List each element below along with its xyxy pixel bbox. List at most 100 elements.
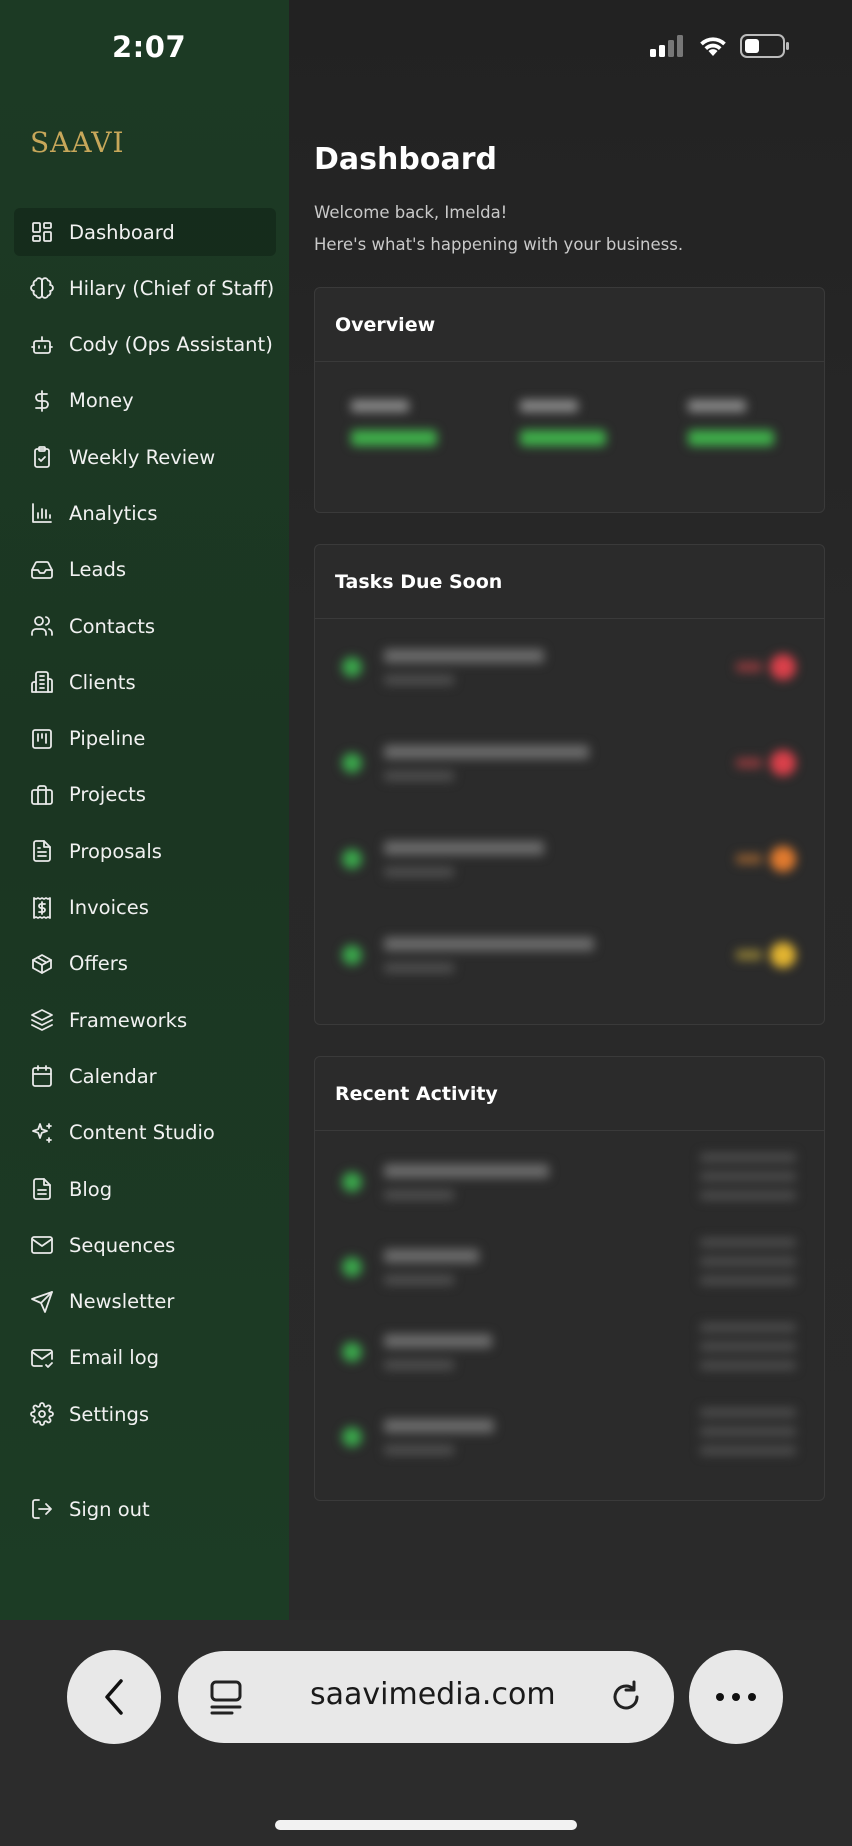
sidebar-item-offers[interactable]: Offers xyxy=(14,940,276,988)
sidebar-item-dashboard[interactable]: Dashboard xyxy=(14,208,276,256)
sparkles-icon xyxy=(30,1121,54,1145)
priority-badge xyxy=(770,750,796,776)
task-row[interactable] xyxy=(315,619,824,715)
sidebar-item-label: Settings xyxy=(69,1402,149,1426)
priority-badge xyxy=(770,654,796,680)
brain-icon xyxy=(30,276,54,300)
sidebar-nav: Dashboard Hilary (Chief of Staff) Cody (… xyxy=(14,208,276,1447)
task-status-dot xyxy=(342,945,362,965)
sidebar-item-weekly-review[interactable]: Weekly Review xyxy=(14,433,276,481)
address-bar[interactable]: saavimedia.com xyxy=(178,1651,674,1743)
sidebar-item-blog[interactable]: Blog xyxy=(14,1165,276,1213)
sidebar-item-clients[interactable]: Clients xyxy=(14,658,276,706)
url-text: saavimedia.com xyxy=(310,1677,556,1712)
sidebar-item-analytics[interactable]: Analytics xyxy=(14,489,276,537)
sidebar-item-projects[interactable]: Projects xyxy=(14,771,276,819)
main-content: Dashboard Welcome back, Imelda! Here's w… xyxy=(289,0,852,1620)
sidebar-item-label: Blog xyxy=(69,1177,113,1201)
users-icon xyxy=(30,614,54,638)
bot-icon xyxy=(30,333,54,357)
sidebar-item-cody[interactable]: Cody (Ops Assistant) xyxy=(14,321,276,369)
welcome-line: Welcome back, Imelda! xyxy=(314,203,508,222)
kanban-icon xyxy=(30,727,54,751)
sidebar-item-label: Analytics xyxy=(69,501,158,525)
package-icon xyxy=(30,952,54,976)
task-status-dot xyxy=(342,657,362,677)
task-row[interactable] xyxy=(315,811,824,907)
sidebar-item-money[interactable]: Money xyxy=(14,377,276,425)
sidebar-item-frameworks[interactable]: Frameworks xyxy=(14,996,276,1044)
task-row[interactable] xyxy=(315,715,824,811)
sidebar-item-contacts[interactable]: Contacts xyxy=(14,602,276,650)
sidebar-item-settings[interactable]: Settings xyxy=(14,1390,276,1438)
page-title: Dashboard xyxy=(314,142,497,177)
grid-icon xyxy=(30,220,54,244)
sidebar-item-label: Pipeline xyxy=(69,727,146,751)
inbox-icon xyxy=(30,558,54,582)
activity-card: Recent Activity xyxy=(314,1056,825,1501)
tabs-icon xyxy=(210,1680,242,1715)
wifi-icon xyxy=(700,37,726,56)
battery-icon xyxy=(740,34,789,58)
sidebar: 2:07 SAAVI Dashboard Hilary (Chief of St… xyxy=(0,0,289,1620)
app-logo[interactable]: SAAVI xyxy=(30,126,125,159)
sidebar-item-proposals[interactable]: Proposals xyxy=(14,827,276,875)
overview-stats-blurred xyxy=(315,362,824,446)
sidebar-item-label: Money xyxy=(69,389,134,413)
activity-title: Recent Activity xyxy=(315,1057,824,1131)
sidebar-item-label: Leads xyxy=(69,558,127,582)
ellipsis-icon xyxy=(716,1693,756,1701)
chevron-left-icon xyxy=(105,1679,123,1715)
status-time: 2:07 xyxy=(112,30,187,64)
sidebar-item-calendar[interactable]: Calendar xyxy=(14,1052,276,1100)
task-row[interactable] xyxy=(315,907,824,1003)
sidebar-item-label: Dashboard xyxy=(69,220,175,244)
activity-dot xyxy=(342,1171,362,1192)
overview-card: Overview xyxy=(314,287,825,513)
sidebar-item-label: Newsletter xyxy=(69,1290,175,1314)
task-status-dot xyxy=(342,753,362,773)
sidebar-item-pipeline[interactable]: Pipeline xyxy=(14,715,276,763)
priority-badge xyxy=(770,846,796,872)
reload-icon[interactable] xyxy=(610,1679,644,1715)
layers-icon xyxy=(30,1008,54,1032)
overview-stat xyxy=(519,400,620,446)
status-icons xyxy=(650,34,790,58)
tasks-card: Tasks Due Soon xyxy=(314,544,825,1025)
mail-icon xyxy=(30,1233,54,1257)
sidebar-item-hilary[interactable]: Hilary (Chief of Staff) xyxy=(14,264,276,312)
sidebar-item-label: Invoices xyxy=(69,896,149,920)
sidebar-item-label: Offers xyxy=(69,952,128,976)
activity-row xyxy=(315,1224,824,1309)
tasks-list-blurred xyxy=(315,619,824,1003)
overview-title: Overview xyxy=(315,288,824,362)
sidebar-item-leads[interactable]: Leads xyxy=(14,546,276,594)
more-options-button[interactable] xyxy=(689,1650,783,1744)
logout-icon xyxy=(30,1497,54,1521)
sidebar-item-label: Projects xyxy=(69,783,146,807)
sidebar-item-invoices[interactable]: Invoices xyxy=(14,884,276,932)
sidebar-item-label: Proposals xyxy=(69,839,162,863)
activity-list-blurred xyxy=(315,1131,824,1479)
sidebar-item-label: Hilary (Chief of Staff) xyxy=(69,276,275,300)
activity-row xyxy=(315,1309,824,1394)
sidebar-item-label: Content Studio xyxy=(69,1121,215,1145)
activity-dot xyxy=(342,1341,362,1362)
activity-dot xyxy=(342,1256,362,1277)
sidebar-item-label: Sequences xyxy=(69,1233,176,1257)
sidebar-item-sequences[interactable]: Sequences xyxy=(14,1221,276,1269)
welcome-text: Welcome back, Imelda! Here's what's happ… xyxy=(314,197,683,261)
sign-out-button[interactable]: Sign out xyxy=(14,1485,276,1533)
cellular-signal-icon xyxy=(650,35,683,57)
home-indicator[interactable] xyxy=(275,1820,577,1830)
briefcase-icon xyxy=(30,783,54,807)
sidebar-item-newsletter[interactable]: Newsletter xyxy=(14,1278,276,1326)
sidebar-item-email-log[interactable]: Email log xyxy=(14,1334,276,1382)
sidebar-item-content-studio[interactable]: Content Studio xyxy=(14,1109,276,1157)
activity-row xyxy=(315,1139,824,1224)
sidebar-item-label: Clients xyxy=(69,670,136,694)
sidebar-item-label: Frameworks xyxy=(69,1008,188,1032)
back-button[interactable] xyxy=(67,1650,161,1744)
sidebar-item-label: Email log xyxy=(69,1346,160,1370)
clipboard-check-icon xyxy=(30,445,54,469)
